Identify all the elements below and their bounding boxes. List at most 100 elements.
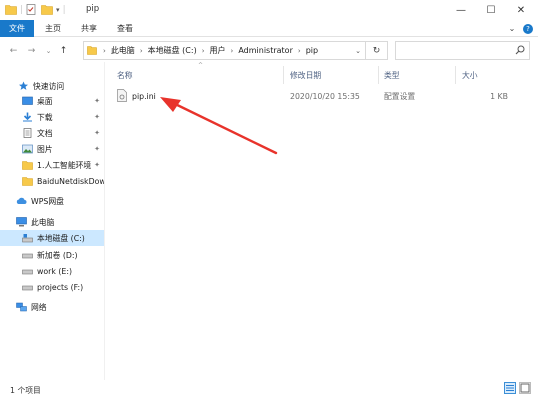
sidebar-quick-access[interactable]: 快速访问 [0, 78, 104, 94]
annotation-arrow [160, 97, 278, 155]
back-button[interactable]: ← [7, 43, 20, 58]
breadcrumb-item[interactable]: Administrator [238, 46, 293, 55]
sidebar-item-pictures[interactable]: 图片 [0, 141, 104, 157]
sidebar-item-this-pc[interactable]: 此电脑 [0, 214, 104, 230]
help-button[interactable]: ? [522, 21, 534, 36]
sidebar-item-label: 本地磁盘 (C:) [37, 233, 85, 243]
sidebar-item-drive-f[interactable]: projects (F:) [0, 279, 104, 295]
details-view-button[interactable] [504, 382, 516, 394]
large-icons-view-icon [520, 383, 530, 393]
breadcrumb: › 此电脑 › 本地磁盘 (C:) › 用户 › Administrator ›… [98, 41, 318, 60]
system-drive-icon [22, 234, 33, 243]
column-header-size[interactable]: 大小 [462, 68, 522, 82]
sidebar-item-desktop[interactable]: 桌面 [0, 93, 104, 109]
sidebar-item-label: 文档 [37, 128, 53, 138]
column-divider[interactable] [455, 66, 456, 84]
pin-icon[interactable]: ✦ [93, 160, 101, 170]
drive-icon [22, 285, 33, 291]
breadcrumb-separator[interactable]: › [202, 47, 205, 55]
sidebar-item-network[interactable]: 网络 [0, 299, 104, 315]
breadcrumb-item[interactable]: 本地磁盘 (C:) [148, 45, 197, 56]
drive-icon [22, 253, 33, 259]
pin-icon[interactable]: ✦ [93, 96, 101, 106]
breadcrumb-item[interactable]: 此电脑 [111, 45, 135, 56]
sidebar-item-drive-d[interactable]: 新加卷 (D:) [0, 247, 104, 263]
breadcrumb-separator[interactable]: › [140, 47, 143, 55]
maximize-button[interactable]: ☐ [476, 0, 506, 20]
star-icon [19, 81, 28, 90]
sidebar-item-label: WPS网盘 [31, 196, 64, 206]
pictures-icon [22, 144, 33, 154]
pin-icon[interactable]: ✦ [93, 144, 101, 154]
details-view-icon [506, 385, 514, 391]
new-folder-icon[interactable] [41, 4, 53, 15]
column-header-label: 修改日期 [290, 70, 322, 80]
window-title: pip [86, 4, 100, 14]
network-icon [16, 302, 27, 312]
column-divider[interactable] [378, 66, 379, 84]
column-header-label: 大小 [462, 70, 478, 80]
sidebar-item-label: BaiduNetdiskDow [37, 176, 104, 186]
sidebar-item-label: 新加卷 (D:) [37, 250, 78, 260]
breadcrumb-separator: › [103, 46, 106, 55]
pin-icon[interactable]: ✦ [93, 112, 101, 122]
file-name[interactable]: pip.ini [132, 89, 156, 103]
drive-icon [22, 269, 33, 275]
toolbar-separator: | [62, 4, 66, 15]
computer-icon [16, 217, 27, 227]
sidebar-item-documents[interactable]: 文档 [0, 125, 104, 141]
up-button[interactable]: ↑ [57, 43, 70, 58]
large-icons-view-button[interactable] [519, 382, 531, 394]
column-header-name[interactable]: 名称 [117, 68, 282, 82]
file-type: 配置设置 [384, 91, 416, 101]
sidebar-item-ai-env[interactable]: 1.人工智能环境 [0, 157, 95, 173]
desktop-icon [22, 96, 33, 105]
sidebar-item-drive-c[interactable]: 本地磁盘 (C:) [0, 230, 104, 246]
column-header-label: 类型 [384, 70, 400, 80]
column-divider[interactable] [283, 66, 284, 84]
folder-icon [22, 177, 33, 186]
recent-locations-button[interactable]: ⌄ [42, 43, 55, 58]
breadcrumb-item[interactable]: 用户 [210, 45, 226, 56]
column-header-modified[interactable]: 修改日期 [290, 68, 378, 82]
customize-toolbar-icon[interactable]: ▾ [56, 6, 60, 14]
sidebar-item-baidunetdisk[interactable]: BaiduNetdiskDow [0, 173, 104, 189]
sidebar-item-label: 图片 [37, 144, 53, 154]
expand-ribbon-icon[interactable]: ⌄ [506, 21, 518, 36]
quick-access-toolbar: | ▾ | [5, 3, 69, 16]
close-button[interactable]: ✕ [506, 0, 536, 20]
pane-splitter[interactable] [104, 62, 105, 380]
sidebar-item-label: projects (F:) [37, 282, 84, 292]
folder-icon [22, 161, 33, 170]
sidebar-item-drive-e[interactable]: work (E:) [0, 263, 104, 279]
breadcrumb-item[interactable]: pip [306, 46, 318, 55]
tab-share[interactable]: 共享 [74, 20, 104, 37]
forward-button[interactable]: → [25, 43, 38, 58]
file-size: 1 KB [490, 91, 508, 101]
tab-file[interactable]: 文件 [0, 20, 34, 37]
download-icon [23, 112, 32, 122]
file-modified: 2020/10/20 15:35 [290, 91, 360, 101]
minimize-button[interactable]: — [446, 0, 476, 20]
refresh-button[interactable]: ↻ [366, 41, 388, 60]
tab-home[interactable]: 主页 [38, 20, 68, 37]
sidebar-item-label: work (E:) [37, 266, 72, 276]
sidebar-item-downloads[interactable]: 下载 [0, 109, 104, 125]
sidebar-item-label: 下载 [37, 112, 53, 122]
sidebar-item-label: 桌面 [37, 96, 53, 106]
breadcrumb-separator[interactable]: › [231, 47, 234, 55]
sidebar-item-wps[interactable]: WPS网盘 [0, 193, 104, 209]
documents-icon [23, 128, 32, 138]
column-header-type[interactable]: 类型 [384, 68, 454, 82]
tab-view[interactable]: 查看 [110, 20, 140, 37]
breadcrumb-separator[interactable]: › [298, 47, 301, 55]
properties-icon[interactable] [26, 4, 37, 15]
sidebar-item-label: 1.人工智能环境 [37, 160, 92, 170]
search-input[interactable] [395, 41, 530, 60]
folder-icon [87, 46, 97, 55]
folder-app-icon [5, 5, 17, 15]
address-dropdown-button[interactable]: ⌄ [351, 41, 365, 60]
sidebar-item-label: 此电脑 [31, 217, 55, 227]
help-icon: ? [523, 23, 533, 34]
pin-icon[interactable]: ✦ [93, 128, 101, 138]
